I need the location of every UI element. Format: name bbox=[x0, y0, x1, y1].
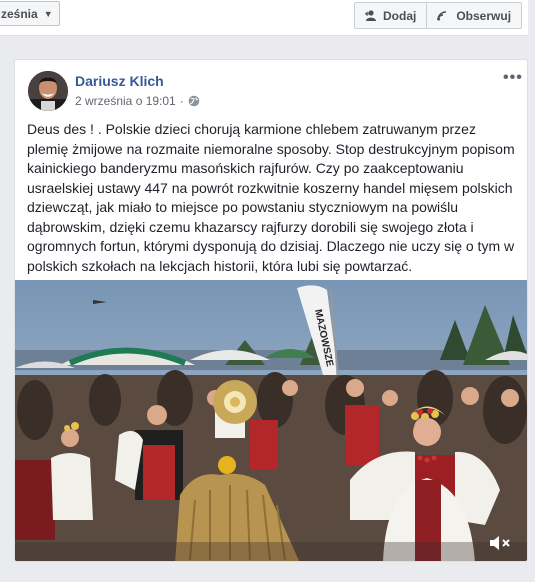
month-dropdown-label: ześnia bbox=[1, 6, 38, 21]
video-player[interactable]: MAZOWSZE bbox=[15, 280, 527, 561]
post-text: Deus des ! . Polskie dzieci chorują karm… bbox=[27, 121, 515, 274]
follow-label: Obserwuj bbox=[456, 8, 512, 23]
chevron-down-icon: ▼ bbox=[43, 8, 53, 19]
mute-toggle[interactable] bbox=[489, 535, 511, 551]
post-card: Dariusz Klich 2 września o 19:01 · ••• D… bbox=[14, 59, 528, 562]
post-timestamp[interactable]: 2 września o 19:01 bbox=[75, 94, 176, 108]
add-friend-label: Dodaj bbox=[383, 8, 417, 23]
avatar[interactable] bbox=[28, 71, 68, 111]
month-dropdown[interactable]: ześnia ▼ bbox=[0, 1, 60, 26]
top-strip: ześnia ▼ Dodaj Obserwuj bbox=[0, 0, 528, 36]
rss-follow-icon bbox=[437, 10, 447, 20]
add-friend-button[interactable]: Dodaj bbox=[355, 3, 426, 28]
speaker-muted-icon bbox=[490, 536, 510, 550]
profile-photo bbox=[28, 71, 68, 111]
follow-button[interactable]: Obserwuj bbox=[426, 3, 521, 28]
post-author[interactable]: Dariusz Klich bbox=[75, 73, 164, 89]
meta-separator: · bbox=[179, 94, 184, 108]
more-options-icon[interactable]: ••• bbox=[503, 69, 523, 87]
globe-icon bbox=[188, 95, 200, 107]
video-frame: MAZOWSZE bbox=[15, 280, 527, 561]
profile-actions: Dodaj Obserwuj bbox=[354, 2, 523, 29]
post-meta: 2 września o 19:01 · bbox=[75, 94, 200, 108]
page-bottom bbox=[0, 562, 535, 582]
add-friend-icon bbox=[365, 10, 376, 21]
